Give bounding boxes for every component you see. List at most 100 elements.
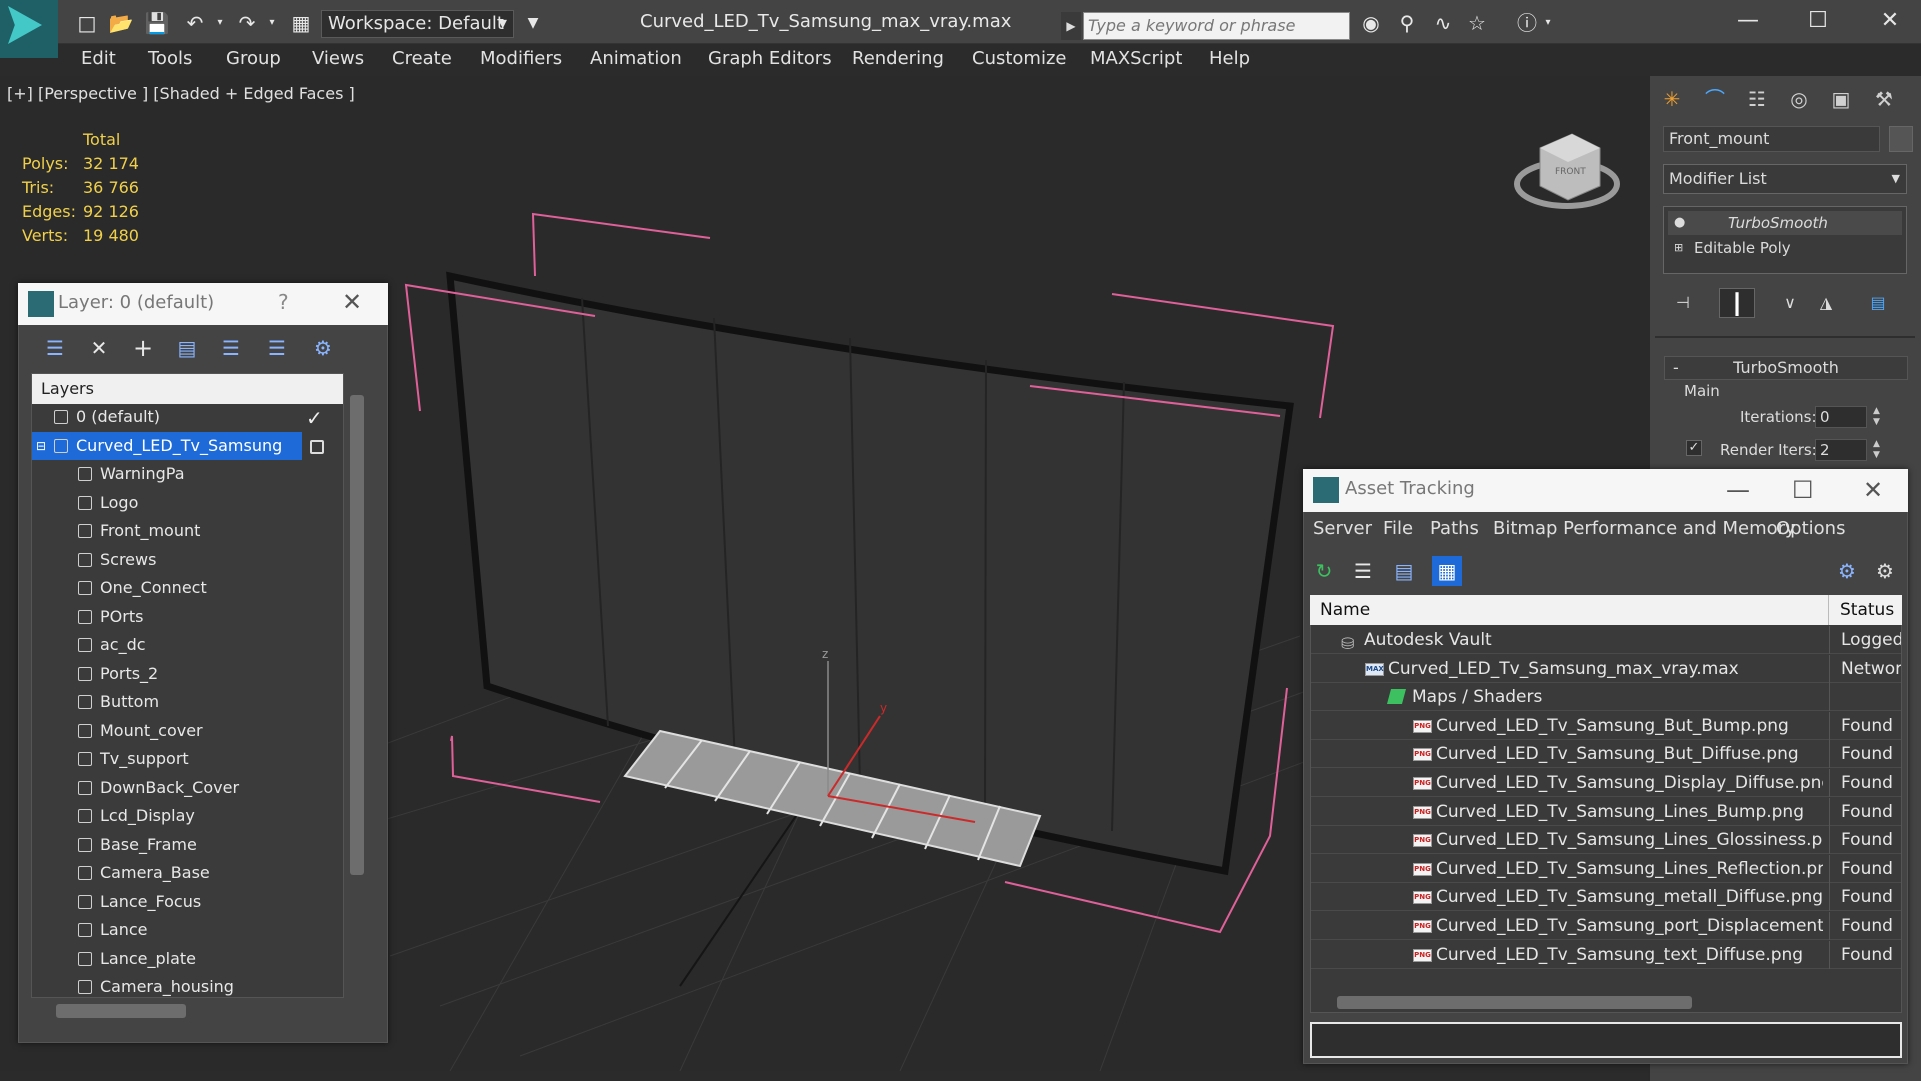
layer-row[interactable]: Camera_Base xyxy=(32,859,339,887)
layer-row[interactable]: Front_mount xyxy=(32,517,339,545)
open-folder-icon[interactable]: 📂 xyxy=(106,8,136,38)
menu-help[interactable]: Help xyxy=(1209,48,1250,69)
menu-graph-editors[interactable]: Graph Editors xyxy=(708,48,832,69)
display-tab-icon[interactable]: ▣ xyxy=(1823,84,1859,114)
list-view-icon[interactable]: ☰ xyxy=(1348,556,1378,586)
layer-row[interactable]: Mount_cover xyxy=(32,717,339,745)
help-dropdown-icon[interactable]: ▾ xyxy=(1540,8,1556,38)
show-end-result-icon[interactable]: ┃ xyxy=(1719,288,1755,318)
menu-maxscript[interactable]: MAXScript xyxy=(1090,48,1182,69)
layer-row[interactable]: Ports_2 xyxy=(32,660,339,688)
menu-animation[interactable]: Animation xyxy=(590,48,682,69)
set-current-layer-icon[interactable]: ☰ xyxy=(262,333,292,363)
configure-modifier-sets-icon[interactable]: ▤ xyxy=(1860,288,1896,318)
project-folder-icon[interactable]: ▦ xyxy=(286,8,316,38)
modify-tab-icon[interactable]: ⌒ xyxy=(1697,84,1733,114)
col-status-header[interactable]: Status xyxy=(1828,595,1894,625)
undo-icon[interactable]: ↶ xyxy=(180,8,210,38)
menu-create[interactable]: Create xyxy=(392,48,452,69)
layer-row[interactable]: Base_Frame xyxy=(32,831,339,859)
menu-tools[interactable]: Tools xyxy=(148,48,192,69)
col-name-header[interactable]: Name xyxy=(1320,600,1370,620)
layer-scrollbar-horizontal[interactable] xyxy=(56,1004,186,1018)
maximize-icon[interactable]: ☐ xyxy=(1792,476,1814,504)
asset-row[interactable]: Maps / Shaders xyxy=(1311,683,1901,712)
minimize-icon[interactable]: — xyxy=(1726,476,1750,504)
asset-row[interactable]: PNG Curved_LED_Tv_Samsung_Lines_Bump.png F… xyxy=(1311,797,1901,826)
set-current-icon[interactable] xyxy=(310,440,324,454)
layer-row[interactable]: WarningPa xyxy=(32,460,339,488)
asset-menu-file[interactable]: File xyxy=(1383,518,1413,539)
stack-item-editable-poly[interactable]: ⊞ Editable Poly xyxy=(1668,236,1902,260)
asset-menu-bitmap-performance[interactable]: Bitmap Performance and Memory xyxy=(1493,518,1796,539)
close-icon[interactable]: ✕ xyxy=(342,288,362,316)
table-view-icon[interactable]: ▦ xyxy=(1432,556,1462,586)
current-layer-check-icon[interactable]: ✓ xyxy=(306,406,323,430)
menu-rendering[interactable]: Rendering xyxy=(852,48,944,69)
layer-row[interactable]: Logo xyxy=(32,489,339,517)
menu-group[interactable]: Group xyxy=(226,48,281,69)
menu-views[interactable]: Views xyxy=(312,48,364,69)
minimize-icon[interactable]: — xyxy=(1720,4,1776,38)
redo-icon[interactable]: ↷ xyxy=(232,8,262,38)
asset-row[interactable]: PNG Curved_LED_Tv_Samsung_text_Diffuse.pn… xyxy=(1311,940,1901,969)
viewport-label[interactable]: [+] [Perspective ] [Shaded + Edged Faces… xyxy=(7,84,355,103)
layer-manager-icon[interactable]: ☰ xyxy=(40,333,70,363)
stack-item-turbosmooth[interactable]: ● TurboSmooth xyxy=(1668,211,1902,235)
iterations-spinner[interactable]: 0 xyxy=(1815,406,1867,428)
menu-modifiers[interactable]: Modifiers xyxy=(480,48,562,69)
asset-row[interactable]: PNG Curved_LED_Tv_Samsung_Lines_Glossines… xyxy=(1311,826,1901,855)
asset-row[interactable]: PNG Curved_LED_Tv_Samsung_Display_Diffuse… xyxy=(1311,769,1901,797)
search-input[interactable]: Type a keyword or phrase xyxy=(1083,12,1350,40)
layer-row[interactable]: 0 (default) xyxy=(32,403,339,431)
save-icon[interactable]: 💾 xyxy=(142,8,172,38)
tree-view-icon[interactable]: ▤ xyxy=(1389,556,1419,586)
remove-modifier-icon[interactable]: ◮ xyxy=(1808,288,1844,318)
redo-dropdown-icon[interactable]: ▾ xyxy=(264,8,280,38)
undo-dropdown-icon[interactable]: ▾ xyxy=(212,8,228,38)
asset-row[interactable]: PNG Curved_LED_Tv_Samsung_But_Diffuse.png… xyxy=(1311,740,1901,769)
help-icon[interactable]: ⓘ xyxy=(1512,8,1542,38)
lightbulb-icon[interactable]: ● xyxy=(1674,211,1685,235)
object-color-swatch[interactable] xyxy=(1889,126,1913,152)
collapse-icon[interactable]: ⊟ xyxy=(36,432,46,460)
layer-row[interactable]: Lcd_Display xyxy=(32,802,339,830)
pin-stack-icon[interactable]: ⊣ xyxy=(1665,288,1701,318)
create-tab-icon[interactable]: ✳ xyxy=(1654,84,1690,114)
toolbar-overflow-icon[interactable]: ▼ xyxy=(518,8,548,38)
asset-row[interactable]: MAX Curved_LED_Tv_Samsung_max_vray.max Net… xyxy=(1311,654,1901,683)
add-layer-icon[interactable]: + xyxy=(128,333,158,363)
layer-row[interactable]: Lance_Focus xyxy=(32,888,339,916)
motion-tab-icon[interactable]: ◎ xyxy=(1781,84,1817,114)
vault-help-icon[interactable]: ⚙ xyxy=(1832,556,1862,586)
rollout-turbosmooth[interactable]: - TurboSmooth xyxy=(1664,356,1908,380)
close-icon[interactable]: ✕ xyxy=(1862,4,1918,38)
add-selection-to-layer-icon[interactable]: ▤ xyxy=(172,333,202,363)
menu-edit[interactable]: Edit xyxy=(81,48,116,69)
layer-settings-icon[interactable]: ⚙ xyxy=(308,333,338,363)
layer-row[interactable]: One_Connect xyxy=(32,574,339,602)
asset-menu-options[interactable]: Options xyxy=(1776,518,1845,539)
close-icon[interactable]: ✕ xyxy=(1863,476,1883,504)
make-unique-icon[interactable]: ∨ xyxy=(1772,288,1808,318)
refresh-icon[interactable]: ↻ xyxy=(1309,556,1339,586)
select-layer-objects-icon[interactable]: ☰ xyxy=(216,333,246,363)
render-iters-checkbox[interactable]: ✓ xyxy=(1686,440,1702,456)
vault-options-icon[interactable]: ⚙ xyxy=(1870,556,1900,586)
asset-menu-paths[interactable]: Paths xyxy=(1430,518,1479,539)
layer-row[interactable]: Screws xyxy=(32,546,339,574)
new-file-icon[interactable]: □ xyxy=(72,8,102,38)
help-icon[interactable]: ? xyxy=(278,290,289,314)
search-expand-icon[interactable]: ▶ xyxy=(1061,12,1081,40)
hierarchy-tab-icon[interactable]: ☷ xyxy=(1739,84,1775,114)
asset-row[interactable]: PNG Curved_LED_Tv_Samsung_Lines_Reflectio… xyxy=(1311,854,1901,883)
layer-row[interactable]: Lance_plate xyxy=(32,945,339,973)
layer-row[interactable]: Buttom xyxy=(32,688,339,716)
layer-row[interactable]: DownBack_Cover xyxy=(32,774,339,802)
asset-scrollbar-horizontal[interactable] xyxy=(1337,996,1692,1009)
key-icon[interactable]: ⚲ xyxy=(1392,8,1422,38)
asset-row[interactable]: PNG Curved_LED_Tv_Samsung_But_Bump.png Fou… xyxy=(1311,711,1901,740)
asset-row[interactable]: PNG Curved_LED_Tv_Samsung_port_Displaceme… xyxy=(1311,912,1901,940)
spinner-arrows-icon[interactable]: ▲ ▼ xyxy=(1873,406,1880,428)
layer-row[interactable]: ⊟ Curved_LED_Tv_Samsung xyxy=(32,431,302,460)
